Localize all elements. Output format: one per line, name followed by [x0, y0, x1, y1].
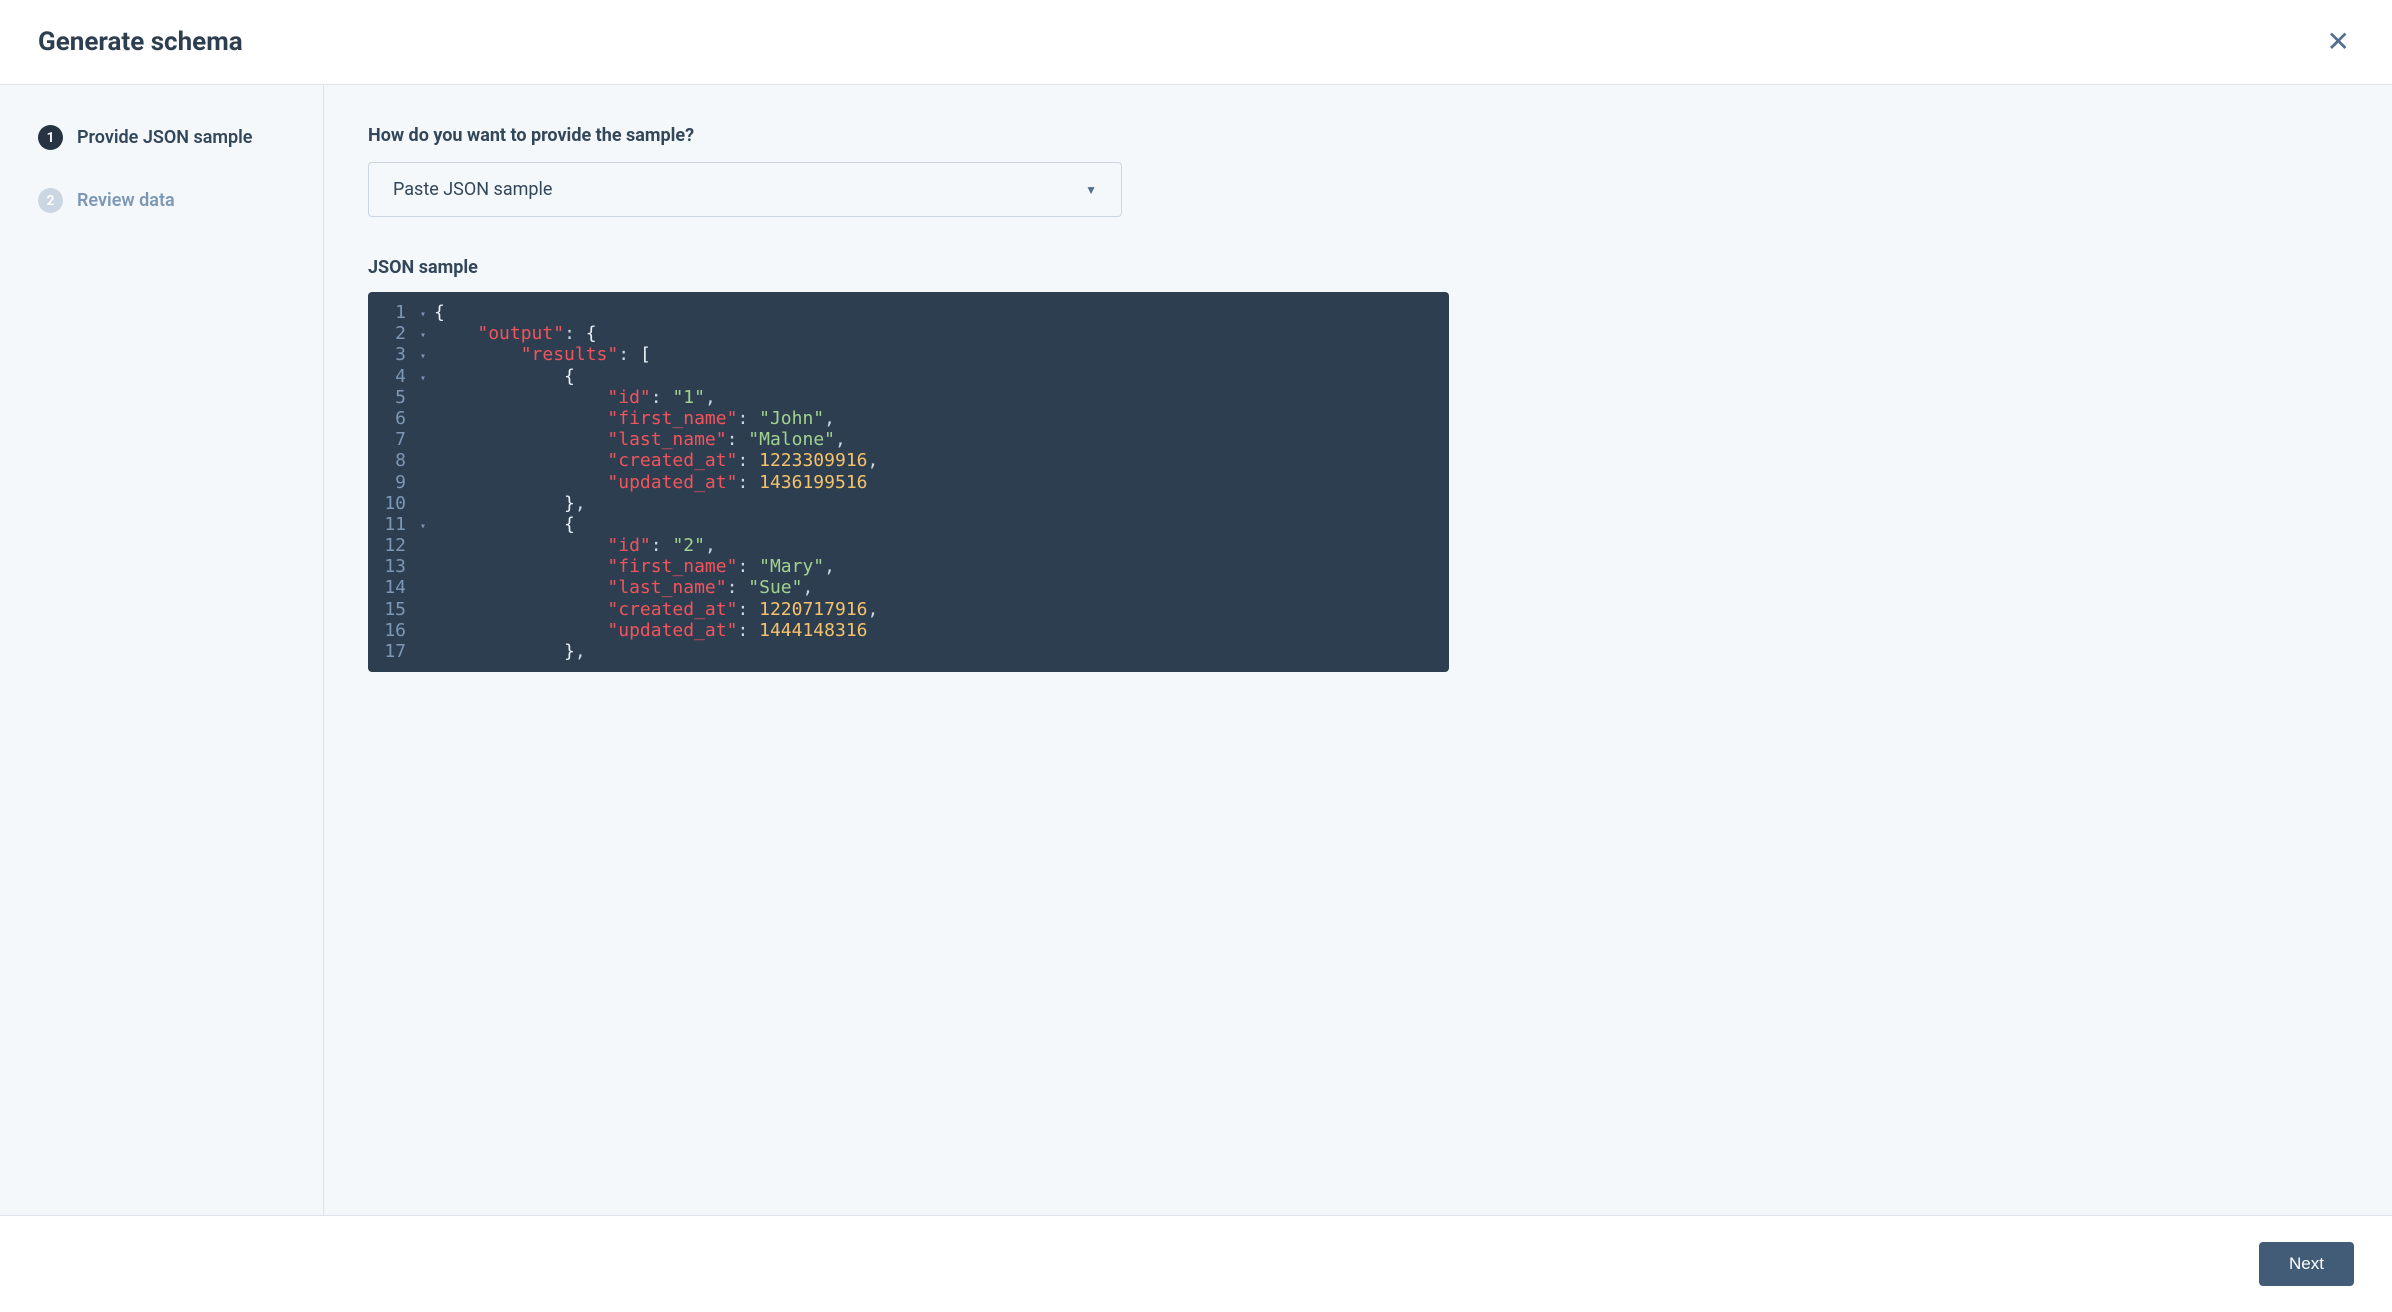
line-number: 6 [368, 408, 420, 429]
code-content: "first_name": "John", [434, 408, 835, 429]
fold-toggle-icon [420, 429, 434, 450]
code-line[interactable]: 3▾ "results": [ [368, 344, 1449, 365]
next-button[interactable]: Next [2259, 1242, 2354, 1286]
code-line[interactable]: 9 "updated_at": 1436199516 [368, 472, 1449, 493]
fold-toggle-icon[interactable]: ▾ [420, 366, 434, 387]
close-button[interactable]: ✕ [2323, 24, 2354, 60]
line-number: 14 [368, 577, 420, 598]
fold-toggle-icon[interactable]: ▾ [420, 514, 434, 535]
line-number: 11 [368, 514, 420, 535]
code-content: }, [434, 641, 586, 662]
step-provide-json-sample[interactable]: 1 Provide JSON sample [38, 125, 293, 150]
fold-toggle-icon [420, 577, 434, 598]
json-sample-editor[interactable]: 1▾{2▾ "output": {3▾ "results": [4▾ {5 "i… [368, 292, 1449, 672]
code-line[interactable]: 6 "first_name": "John", [368, 408, 1449, 429]
code-content: { [434, 302, 445, 323]
code-content: }, [434, 493, 586, 514]
code-content: "created_at": 1223309916, [434, 450, 878, 471]
fold-toggle-icon [420, 535, 434, 556]
line-number: 3 [368, 344, 420, 365]
code-line[interactable]: 4▾ { [368, 366, 1449, 387]
code-content: { [434, 366, 575, 387]
fold-toggle-icon[interactable]: ▾ [420, 323, 434, 344]
fold-toggle-icon [420, 472, 434, 493]
line-number: 2 [368, 323, 420, 344]
code-line[interactable]: 17 }, [368, 641, 1449, 662]
chevron-down-icon: ▼ [1085, 183, 1097, 197]
line-number: 8 [368, 450, 420, 471]
line-number: 7 [368, 429, 420, 450]
line-number: 15 [368, 599, 420, 620]
line-number: 17 [368, 641, 420, 662]
fold-toggle-icon[interactable]: ▾ [420, 302, 434, 323]
code-content: "last_name": "Malone", [434, 429, 846, 450]
code-content: "created_at": 1220717916, [434, 599, 878, 620]
code-content: "updated_at": 1436199516 [434, 472, 868, 493]
code-line[interactable]: 11▾ { [368, 514, 1449, 535]
code-line[interactable]: 15 "created_at": 1220717916, [368, 599, 1449, 620]
code-line[interactable]: 10 }, [368, 493, 1449, 514]
code-line[interactable]: 14 "last_name": "Sue", [368, 577, 1449, 598]
code-line[interactable]: 1▾{ [368, 302, 1449, 323]
fold-toggle-icon [420, 450, 434, 471]
code-content: "output": { [434, 323, 597, 344]
code-line[interactable]: 5 "id": "1", [368, 387, 1449, 408]
code-line[interactable]: 12 "id": "2", [368, 535, 1449, 556]
json-sample-label: JSON sample [368, 257, 2348, 278]
code-content: "id": "2", [434, 535, 716, 556]
code-content: "id": "1", [434, 387, 716, 408]
fold-toggle-icon [420, 599, 434, 620]
code-line[interactable]: 2▾ "output": { [368, 323, 1449, 344]
line-number: 10 [368, 493, 420, 514]
modal-body: 1 Provide JSON sample 2 Review data How … [0, 85, 2392, 1215]
main-content: How do you want to provide the sample? P… [324, 85, 2392, 1215]
sample-method-select[interactable]: Paste JSON sample ▼ [368, 162, 1122, 217]
code-content: { [434, 514, 575, 535]
code-content: "results": [ [434, 344, 651, 365]
line-number: 5 [368, 387, 420, 408]
code-content: "first_name": "Mary", [434, 556, 835, 577]
step-review-data[interactable]: 2 Review data [38, 188, 293, 213]
modal-footer: Next [0, 1215, 2392, 1312]
line-number: 12 [368, 535, 420, 556]
close-icon: ✕ [2327, 26, 2350, 57]
code-line[interactable]: 16 "updated_at": 1444148316 [368, 620, 1449, 641]
step-number-badge: 2 [38, 188, 63, 213]
fold-toggle-icon [420, 387, 434, 408]
modal-container: Generate schema ✕ 1 Provide JSON sample … [0, 0, 2392, 1312]
steps-sidebar: 1 Provide JSON sample 2 Review data [0, 85, 324, 1215]
fold-toggle-icon [420, 493, 434, 514]
line-number: 9 [368, 472, 420, 493]
fold-toggle-icon [420, 408, 434, 429]
step-label: Provide JSON sample [77, 127, 253, 148]
line-number: 4 [368, 366, 420, 387]
modal-title: Generate schema [38, 27, 243, 57]
fold-toggle-icon [420, 641, 434, 662]
line-number: 13 [368, 556, 420, 577]
modal-header: Generate schema ✕ [0, 0, 2392, 85]
fold-toggle-icon [420, 620, 434, 641]
step-number-badge: 1 [38, 125, 63, 150]
code-content: "updated_at": 1444148316 [434, 620, 868, 641]
sample-method-select-wrapper: Paste JSON sample ▼ [368, 162, 1122, 217]
step-label: Review data [77, 190, 175, 211]
fold-toggle-icon[interactable]: ▾ [420, 344, 434, 365]
fold-toggle-icon [420, 556, 434, 577]
line-number: 1 [368, 302, 420, 323]
line-number: 16 [368, 620, 420, 641]
code-line[interactable]: 13 "first_name": "Mary", [368, 556, 1449, 577]
code-line[interactable]: 8 "created_at": 1223309916, [368, 450, 1449, 471]
code-line[interactable]: 7 "last_name": "Malone", [368, 429, 1449, 450]
code-content: "last_name": "Sue", [434, 577, 813, 598]
select-value: Paste JSON sample [393, 179, 552, 200]
sample-method-label: How do you want to provide the sample? [368, 125, 2348, 146]
